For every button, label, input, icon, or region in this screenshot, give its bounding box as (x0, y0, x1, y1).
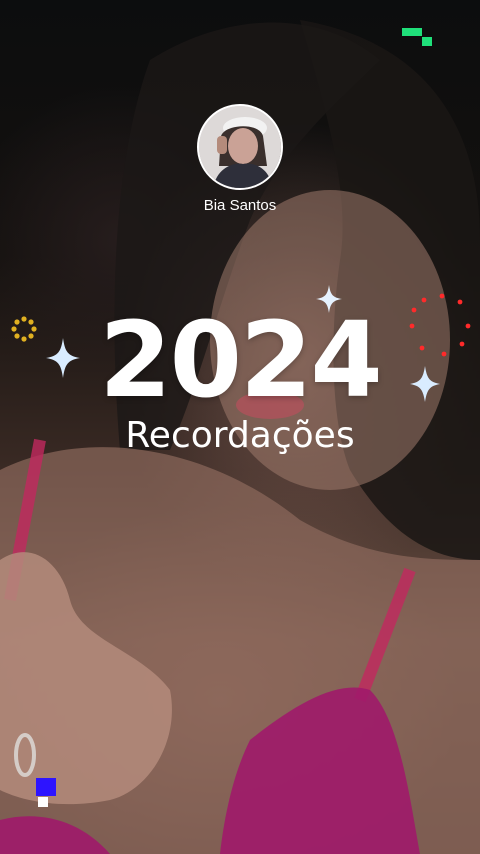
profile-avatar[interactable] (197, 104, 283, 190)
pixel-blocks-icon (36, 778, 56, 807)
memories-subtitle: Recordações (125, 415, 355, 456)
sparkle-icon (46, 338, 80, 378)
heart-dots-icon (409, 293, 471, 357)
sparkle-icon (316, 285, 342, 313)
pixel-blocks-icon (402, 28, 432, 46)
profile-name[interactable]: Bia Santos (0, 197, 480, 215)
memories-story-screen: Bia Santos 2024 Recordações (0, 0, 480, 854)
profile-photo-icon (199, 106, 281, 188)
sparkle-icon (410, 366, 440, 402)
sun-ring-icon (11, 316, 37, 342)
